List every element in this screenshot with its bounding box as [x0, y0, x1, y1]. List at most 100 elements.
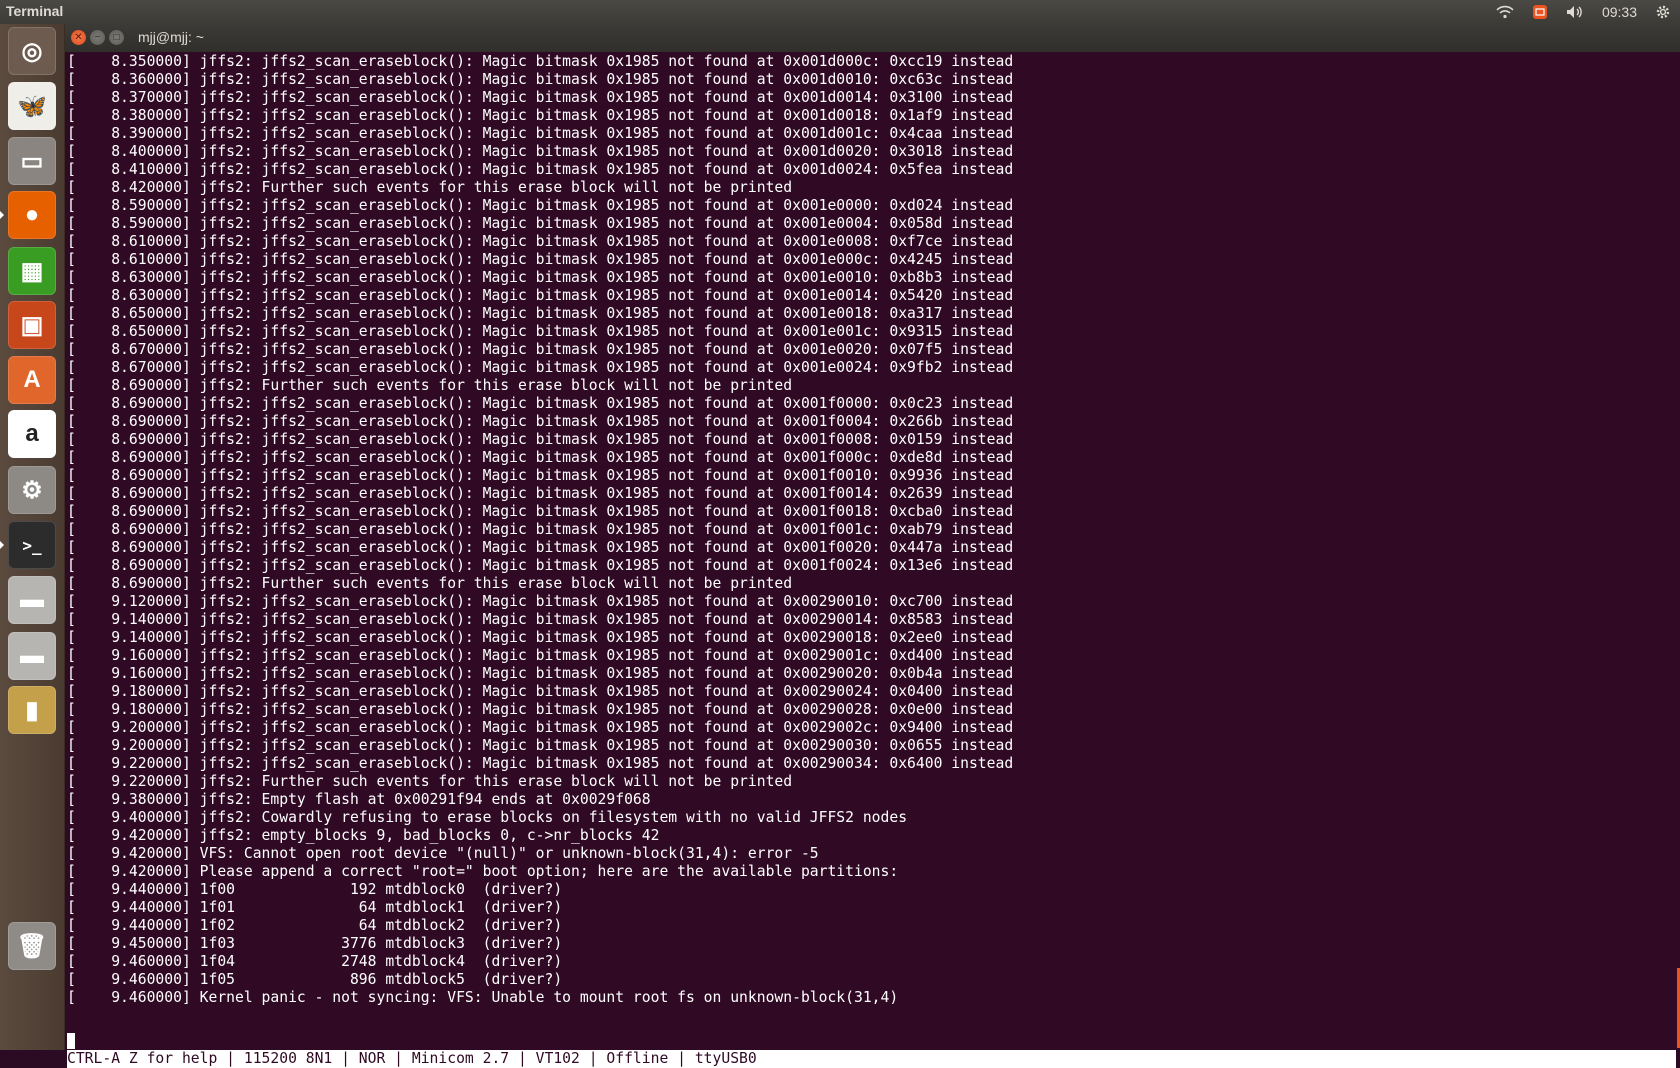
terminal-window: ✕ − □ mjj@mjj: ~ [ 8.350000] jffs2: jffs… — [65, 24, 1680, 1068]
terminal-line: [ 8.610000] jffs2: jffs2_scan_eraseblock… — [67, 233, 1014, 250]
terminal-line: [ 8.390000] jffs2: jffs2_scan_eraseblock… — [67, 125, 1014, 142]
launcher-item-system-settings[interactable]: ⚙ — [8, 466, 56, 514]
terminal-line: [ 9.400000] jffs2: Cowardly refusing to … — [67, 809, 908, 826]
terminal-line: [ 9.220000] jffs2: Further such events f… — [67, 773, 793, 790]
system-tray: 09:33 — [1487, 0, 1680, 24]
drive-2-icon: ▬ — [20, 642, 44, 669]
launcher-item-trash[interactable]: 🗑 — [8, 922, 56, 970]
system-settings-icon: ⚙ — [21, 476, 43, 504]
terminal-line: [ 9.460000] Kernel panic - not syncing: … — [67, 989, 899, 1006]
log-lines: [ 8.350000] jffs2: jffs2_scan_eraseblock… — [67, 53, 1676, 1007]
terminal-line: [ 9.460000] 1f05 896 mtdblock5 (driver?) — [67, 971, 563, 988]
terminal-line: [ 8.690000] jffs2: jffs2_scan_eraseblock… — [67, 413, 1014, 430]
terminal-line: [ 8.650000] jffs2: jffs2_scan_eraseblock… — [67, 323, 1014, 340]
terminal-line: [ 8.420000] jffs2: Further such events f… — [67, 179, 793, 196]
terminal-line: [ 8.610000] jffs2: jffs2_scan_eraseblock… — [67, 251, 1014, 268]
terminal-line: [ 8.690000] jffs2: jffs2_scan_eraseblock… — [67, 485, 1014, 502]
terminal-line: [ 9.180000] jffs2: jffs2_scan_eraseblock… — [67, 683, 1014, 700]
terminal-line: [ 9.140000] jffs2: jffs2_scan_eraseblock… — [67, 629, 1014, 646]
terminal-line: [ 8.410000] jffs2: jffs2_scan_eraseblock… — [67, 161, 1014, 178]
app-title: Terminal — [6, 3, 64, 19]
terminal-line: [ 9.160000] jffs2: jffs2_scan_eraseblock… — [67, 647, 1014, 664]
window-controls: ✕ − □ — [71, 30, 124, 45]
terminal-line: [ 8.590000] jffs2: jffs2_scan_eraseblock… — [67, 197, 1014, 214]
terminal-line: [ 8.690000] jffs2: jffs2_scan_eraseblock… — [67, 557, 1014, 574]
volume-icon[interactable] — [1566, 5, 1584, 19]
terminal-line: [ 9.140000] jffs2: jffs2_scan_eraseblock… — [67, 611, 1014, 628]
terminal-line: [ 9.450000] 1f03 3776 mtdblock3 (driver?… — [67, 935, 563, 952]
terminal-line: [ 8.690000] jffs2: jffs2_scan_eraseblock… — [67, 395, 1014, 412]
terminal-line: [ 8.690000] jffs2: jffs2_scan_eraseblock… — [67, 503, 1014, 520]
launcher-item-shotwell[interactable]: 🦋 — [8, 82, 56, 130]
terminal-line: [ 8.630000] jffs2: jffs2_scan_eraseblock… — [67, 287, 1014, 304]
terminal-line: [ 9.180000] jffs2: jffs2_scan_eraseblock… — [67, 701, 1014, 718]
files-icon: ▭ — [20, 147, 44, 175]
launcher: ◎ 🦋 ▭ ● ▦ ▣ Aa ⚙ >_ ▬ ▬ ▮ 🗑 — [0, 24, 65, 1050]
terminal-line: [ 9.420000] jffs2: empty_blocks 9, bad_b… — [67, 827, 660, 844]
amazon-icon: a — [25, 420, 39, 447]
terminal-line: [ 8.650000] jffs2: jffs2_scan_eraseblock… — [67, 305, 1014, 322]
terminal-line: [ 8.670000] jffs2: jffs2_scan_eraseblock… — [67, 341, 1014, 358]
launcher-item-firefox[interactable]: ● — [0, 191, 56, 239]
terminal-line: [ 9.420000] VFS: Cannot open root device… — [67, 845, 819, 862]
terminal-line: [ 9.420000] Please append a correct "roo… — [67, 863, 899, 880]
terminal-line: [ 9.440000] 1f01 64 mtdblock1 (driver?) — [67, 899, 563, 916]
terminal-line: [ 9.440000] 1f02 64 mtdblock2 (driver?) — [67, 917, 563, 934]
launcher-item-libreoffice-impress[interactable]: ▣ — [8, 301, 56, 349]
terminal-line: [ 8.690000] jffs2: jffs2_scan_eraseblock… — [67, 521, 1014, 538]
shotwell-icon: 🦋 — [17, 92, 47, 120]
top-panel: Terminal 09:33 — [0, 0, 1680, 24]
terminal-line: [ 8.690000] jffs2: Further such events f… — [67, 377, 793, 394]
terminal-line: [ 8.350000] jffs2: jffs2_scan_eraseblock… — [67, 53, 1014, 70]
window-titlebar[interactable]: ✕ − □ mjj@mjj: ~ — [65, 24, 1680, 52]
terminal-line: [ 9.160000] jffs2: jffs2_scan_eraseblock… — [67, 665, 1014, 682]
terminal-line: [ 8.370000] jffs2: jffs2_scan_eraseblock… — [67, 89, 1014, 106]
launcher-item-amazon[interactable]: a — [8, 410, 56, 458]
minimize-icon[interactable]: − — [90, 30, 105, 45]
terminal-line: [ 8.400000] jffs2: jffs2_scan_eraseblock… — [67, 143, 1014, 160]
launcher-item-sd-card[interactable]: ▮ — [8, 686, 56, 734]
terminal-line: [ 9.200000] jffs2: jffs2_scan_eraseblock… — [67, 719, 1014, 736]
terminal-line: [ 8.690000] jffs2: jffs2_scan_eraseblock… — [67, 431, 1014, 448]
launcher-item-drive-1[interactable]: ▬ — [8, 576, 56, 624]
close-icon[interactable]: ✕ — [71, 30, 86, 45]
text-cursor — [67, 1033, 75, 1049]
terminal-line: [ 9.200000] jffs2: jffs2_scan_eraseblock… — [67, 737, 1014, 754]
trash-icon: 🗑 — [16, 932, 48, 960]
terminal-line: [ 9.460000] 1f04 2748 mtdblock4 (driver?… — [67, 953, 563, 970]
terminal-line: [ 9.380000] jffs2: Empty flash at 0x0029… — [67, 791, 651, 808]
terminal-icon: >_ — [22, 535, 42, 555]
terminal-output[interactable]: [ 8.350000] jffs2: jffs2_scan_eraseblock… — [67, 53, 1676, 1068]
wifi-icon[interactable] — [1496, 5, 1514, 19]
window-title: mjj@mjj: ~ — [138, 29, 204, 45]
libreoffice-calc-icon: ▦ — [20, 257, 44, 285]
gear-icon[interactable] — [1655, 4, 1671, 20]
terminal-line: [ 8.380000] jffs2: jffs2_scan_eraseblock… — [67, 107, 1014, 124]
terminal-line: [ 8.690000] jffs2: jffs2_scan_eraseblock… — [67, 449, 1014, 466]
dash-home-icon: ◎ — [21, 37, 43, 65]
firefox-icon: ● — [24, 201, 40, 228]
launcher-item-dash-home[interactable]: ◎ — [8, 27, 56, 75]
clock[interactable]: 09:33 — [1602, 4, 1637, 20]
terminal-line: [ 8.360000] jffs2: jffs2_scan_eraseblock… — [67, 71, 1014, 88]
sd-card-icon: ▮ — [25, 696, 39, 724]
libreoffice-impress-icon: ▣ — [20, 311, 44, 339]
terminal-line: [ 9.440000] 1f00 192 mtdblock0 (driver?) — [67, 881, 563, 898]
terminal-line: [ 8.630000] jffs2: jffs2_scan_eraseblock… — [67, 269, 1014, 286]
terminal-line: [ 9.120000] jffs2: jffs2_scan_eraseblock… — [67, 593, 1014, 610]
terminal-line: [ 8.690000] jffs2: jffs2_scan_eraseblock… — [67, 467, 1014, 484]
keyboard-indicator-icon[interactable] — [1532, 4, 1548, 20]
terminal-line: [ 8.590000] jffs2: jffs2_scan_eraseblock… — [67, 215, 1014, 232]
launcher-item-files[interactable]: ▭ — [8, 137, 56, 185]
minicom-status-bar: CTRL-A Z for help | 115200 8N1 | NOR | M… — [67, 1050, 1676, 1068]
ubuntu-software-center-icon: A — [23, 366, 41, 393]
launcher-item-libreoffice-calc[interactable]: ▦ — [8, 247, 56, 295]
launcher-item-drive-2[interactable]: ▬ — [8, 632, 56, 680]
launcher-item-ubuntu-software-center[interactable]: A — [8, 356, 56, 404]
terminal-line: [ 9.220000] jffs2: jffs2_scan_eraseblock… — [67, 755, 1014, 772]
launcher-item-terminal[interactable]: >_ — [0, 521, 56, 569]
drive-1-icon: ▬ — [20, 586, 44, 613]
terminal-line: [ 8.670000] jffs2: jffs2_scan_eraseblock… — [67, 359, 1014, 376]
terminal-line: [ 8.690000] jffs2: Further such events f… — [67, 575, 793, 592]
maximize-icon[interactable]: □ — [109, 30, 124, 45]
